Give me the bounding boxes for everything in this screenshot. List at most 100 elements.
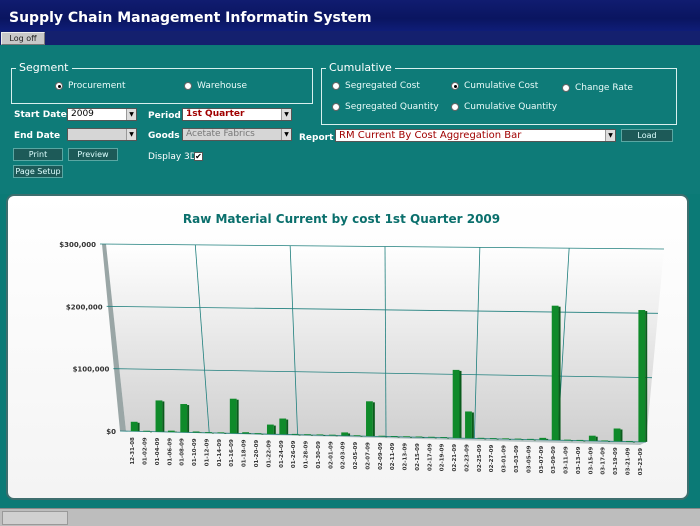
chart-bar [205, 432, 212, 433]
start-date-label: Start Date [14, 110, 67, 120]
x-tick-label: 02-01-09 [328, 441, 334, 469]
chart-bar [130, 421, 138, 432]
cumulative-quantity-radio[interactable]: Cumulative Quantity [451, 102, 557, 112]
chart-bar [366, 401, 373, 437]
status-bar [0, 508, 700, 526]
chevron-down-icon: ▼ [126, 109, 136, 120]
chart-bar [514, 438, 522, 440]
change-rate-radio[interactable]: Change Rate [562, 83, 633, 93]
chevron-down-icon: ▼ [281, 109, 291, 120]
radio-label: Cumulative Quantity [464, 102, 558, 112]
radio-label: Cumulative Cost [464, 81, 539, 91]
chart-bar [304, 434, 311, 435]
chart-bar-side [434, 437, 437, 439]
radio-label: Procurement [68, 81, 126, 91]
chart-bar [291, 433, 299, 435]
x-tick-label: 03-23-09 [638, 448, 644, 476]
goods-select[interactable]: Acetate Fabrics ▼ [182, 128, 292, 141]
segment-legend: Segment [16, 61, 72, 74]
chart-bar [403, 436, 410, 437]
radio-dot [55, 82, 63, 90]
x-tick-label: 02-15-09 [415, 443, 421, 471]
cumulative-cost-radio[interactable]: Cumulative Cost [451, 81, 538, 91]
x-tick-label: 01-06-09 [167, 438, 173, 466]
chart-bar [626, 440, 633, 442]
logoff-button[interactable]: Log off [1, 32, 45, 45]
chart-bar-side [397, 436, 400, 438]
chart-bar [242, 432, 250, 434]
chart-bar [465, 411, 472, 439]
chart-bar [526, 438, 534, 440]
x-tick-label: 03-11-09 [564, 446, 570, 474]
chart-bar [427, 436, 435, 438]
report-select[interactable]: RM Current By Cost Aggregation Bar ▼ [335, 129, 616, 142]
radio-label: Segregated Cost [345, 81, 420, 91]
x-tick-label: 03-19-09 [613, 447, 619, 475]
x-tick-label: 01-26-09 [291, 440, 297, 468]
x-tick-label: 01-02-09 [143, 437, 149, 465]
period-value: 1st Quarter [186, 109, 245, 119]
chart-bar-side [409, 437, 412, 438]
chart-bar-side [174, 431, 177, 433]
title-bar: Supply Chain Management Informatin Syste… [0, 0, 700, 31]
chart-bar-side [273, 425, 276, 435]
load-button[interactable]: Load [621, 129, 673, 142]
radio-dot [184, 82, 192, 90]
x-tick-label: 02-05-09 [353, 442, 359, 470]
page-setup-button[interactable]: Page Setup [13, 165, 63, 178]
goods-value: Acetate Fabrics [186, 129, 255, 139]
goods-label: Goods [148, 131, 180, 141]
x-tick-label: 02-17-09 [427, 443, 433, 471]
chart-bar-side [459, 370, 462, 438]
chevron-down-icon: ▼ [605, 130, 615, 141]
end-date-select[interactable]: ▼ [67, 128, 137, 141]
segment-warehouse-radio[interactable]: Warehouse [184, 81, 247, 91]
chart-bar [266, 424, 274, 435]
chart-bar [341, 432, 349, 436]
period-select[interactable]: 1st Quarter ▼ [182, 108, 292, 121]
x-tick-label: 01-16-09 [229, 439, 235, 467]
radio-dot [562, 84, 570, 92]
y-tick-label: $100,000 [73, 366, 110, 374]
segment-procurement-radio[interactable]: Procurement [55, 81, 126, 91]
chart-bar [167, 430, 175, 432]
chart-bar-side [224, 433, 227, 434]
chart-bar [588, 435, 596, 441]
start-date-select[interactable]: 2009 ▼ [67, 108, 137, 121]
chart-bar [502, 438, 510, 439]
segregated-quantity-radio[interactable]: Segregated Quantity [332, 102, 439, 112]
chart-bar [613, 428, 621, 442]
y-tick-label: $300,000 [59, 241, 96, 249]
x-tick-label: 03-09-09 [551, 446, 557, 474]
start-date-value: 2009 [71, 109, 94, 119]
chart-bar [539, 437, 547, 440]
x-tick-label: 01-20-09 [254, 440, 260, 468]
chart-bar-side [632, 441, 635, 443]
x-tick-label: 01-30-09 [316, 441, 322, 469]
print-button[interactable]: Print [13, 148, 63, 161]
chart-bar-side [372, 402, 375, 437]
preview-button[interactable]: Preview [68, 148, 118, 161]
x-tick-label: 03-05-09 [526, 445, 532, 473]
chart-bar-side [422, 437, 425, 439]
segregated-cost-radio[interactable]: Segregated Cost [332, 81, 420, 91]
chart-bar-side [286, 419, 289, 435]
display-3d-checkbox[interactable]: ✔ [194, 152, 203, 161]
chart-bar [378, 435, 386, 437]
chart-bar-side [298, 434, 301, 436]
x-tick-label: 02-23-09 [464, 444, 470, 472]
chart-bar [143, 430, 150, 432]
radio-dot [332, 103, 340, 111]
x-tick-label: 02-07-09 [365, 442, 371, 470]
chart-bar-side [496, 439, 499, 440]
chart-bar [328, 434, 336, 436]
chart-bar [440, 437, 448, 438]
x-tick-label: 03-21-09 [625, 447, 631, 475]
chart-bar [452, 369, 460, 438]
x-tick-label: 02-19-09 [440, 444, 446, 472]
x-tick-label: 01-08-09 [180, 438, 186, 466]
chart-bar-side [310, 435, 313, 436]
x-tick-label: 01-04-09 [155, 437, 161, 465]
chart-bar-side [533, 439, 536, 441]
status-cell [2, 511, 68, 525]
